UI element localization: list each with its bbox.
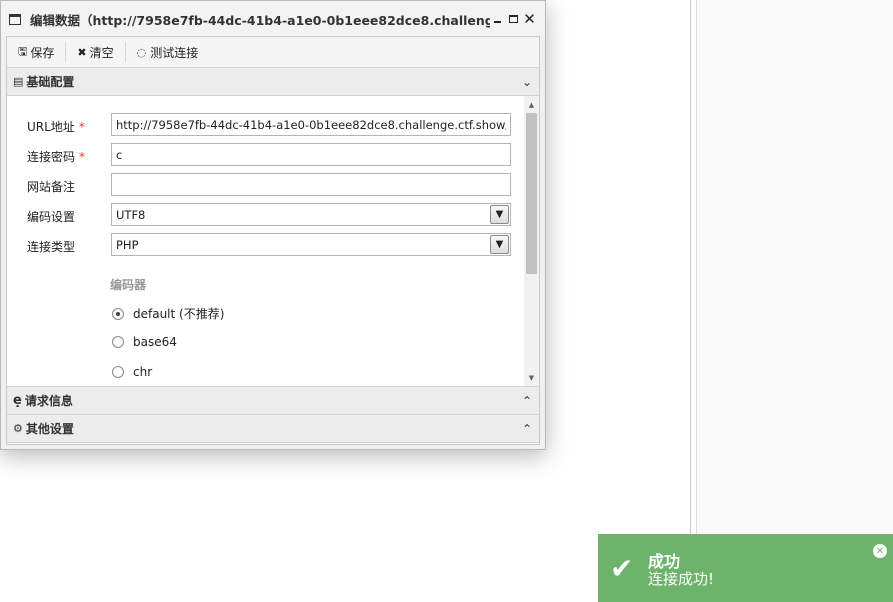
floppy-icon: 🖫 — [18, 44, 28, 58]
scroll-up-arrow-icon[interactable]: ▲ — [524, 98, 539, 112]
encoding-label: 编码设置 — [27, 210, 76, 224]
scrollbar-thumb[interactable] — [526, 113, 537, 274]
clear-button[interactable]: ✖ 清空 — [66, 37, 124, 68]
section-header-other[interactable]: ⚙ 其他设置 ⌃ — [7, 415, 539, 443]
close-icon: ✕ — [523, 10, 536, 28]
panel-scrollbar[interactable]: ▲ ▼ — [524, 96, 539, 386]
password-label: 连接密码 * — [27, 150, 86, 164]
scroll-down-arrow-icon[interactable]: ▼ — [524, 371, 539, 385]
minimize-button[interactable] — [490, 11, 505, 27]
chevron-down-icon: ⌄ — [521, 74, 533, 89]
type-select[interactable]: PHP ▼ — [111, 233, 511, 256]
success-toast: ✔ 成功 连接成功! ✕ — [598, 534, 893, 602]
chevron-down-icon: ▼ — [490, 235, 509, 254]
note-input[interactable] — [111, 173, 511, 196]
maximize-icon — [509, 15, 518, 23]
toast-message: 连接成功! — [648, 570, 715, 588]
required-mark: * — [79, 150, 86, 164]
url-row: URL地址 * — [7, 113, 527, 137]
section-header-basic[interactable]: ▤ 基础配置 ⌄ — [7, 68, 539, 96]
url-input[interactable] — [111, 113, 511, 136]
window-icon — [9, 13, 21, 25]
close-button[interactable]: ✕ — [522, 10, 537, 28]
password-input[interactable] — [111, 143, 511, 166]
dialog-titlebar[interactable]: 编辑数据（http://7958e7fb-44dc-41b4-a1e0-0b1e… — [1, 1, 545, 37]
url-label: URL地址 * — [27, 120, 85, 134]
basic-config-panel: URL地址* 连接密码* 网站备注 编码设置 UTF8 ▼ 连接类型 — [7, 96, 539, 387]
dialog-title: 编辑数据（http://7958e7fb-44dc-41b4-a1e0-0b1e… — [30, 12, 490, 28]
toolbar: 🖫 保存 ✖ 清空 ◌ 测试连接 — [7, 37, 539, 68]
radio-icon[interactable] — [112, 366, 124, 378]
encoder-option-default[interactable]: default (不推荐) — [112, 305, 224, 322]
x-icon: ✖ — [77, 45, 87, 59]
encoder-label: 编码器 — [110, 278, 147, 292]
encoding-row: 编码设置 UTF8 ▼ — [7, 203, 527, 227]
check-icon: ✔ — [610, 552, 634, 585]
encoder-option-label: base64 — [133, 335, 177, 349]
required-mark: * — [78, 120, 85, 134]
radio-selected-icon[interactable] — [112, 307, 124, 320]
clear-button-label: 清空 — [89, 45, 114, 60]
background-panel — [697, 0, 893, 602]
radio-icon[interactable] — [112, 336, 124, 348]
section-header-request[interactable]: ẹ 请求信息 ⌃ — [7, 387, 539, 415]
background-divider — [690, 0, 691, 602]
encoder-option-chr[interactable]: chr — [112, 365, 152, 379]
note-row: 网站备注 — [7, 173, 527, 197]
save-button-label: 保存 — [30, 45, 55, 60]
section-title: 其他设置 — [25, 422, 74, 436]
edit-data-dialog: 编辑数据（http://7958e7fb-44dc-41b4-a1e0-0b1e… — [0, 0, 546, 450]
chevron-up-icon: ⌃ — [521, 393, 533, 408]
type-value: PHP — [116, 238, 139, 252]
encoding-select[interactable]: UTF8 ▼ — [111, 203, 511, 226]
spinner-icon: ◌ — [136, 45, 147, 59]
close-circle-icon[interactable]: ✕ — [873, 544, 887, 558]
encoder-option-label: chr — [133, 365, 153, 379]
minimize-icon — [494, 21, 501, 23]
section-title: 基础配置 — [26, 75, 75, 89]
cogs-icon: ⚙ — [13, 422, 23, 435]
chevron-up-icon: ⌃ — [521, 421, 533, 436]
chevron-down-icon: ▼ — [490, 205, 509, 224]
ie-icon: ẹ — [13, 393, 22, 408]
maximize-button[interactable] — [506, 11, 521, 27]
encoder-option-base64[interactable]: base64 — [112, 335, 177, 349]
file-icon: ▤ — [13, 75, 24, 88]
type-row: 连接类型 PHP ▼ — [7, 233, 527, 257]
encoder-option-label: default (不推荐) — [133, 307, 225, 321]
test-connection-label: 测试连接 — [150, 45, 199, 60]
section-title: 请求信息 — [24, 394, 73, 408]
password-row: 连接密码 * — [7, 143, 527, 167]
note-label: 网站备注 — [27, 180, 76, 194]
background-divider — [696, 0, 697, 602]
type-label: 连接类型 — [27, 240, 76, 254]
test-connection-button[interactable]: ◌ 测试连接 — [126, 37, 210, 68]
encoding-value: UTF8 — [116, 208, 146, 222]
save-button[interactable]: 🖫 保存 — [7, 37, 65, 68]
dialog-content: 🖫 保存 ✖ 清空 ◌ 测试连接 ▤ 基础配置 ⌄ URL地址 * http:/… — [6, 36, 540, 445]
